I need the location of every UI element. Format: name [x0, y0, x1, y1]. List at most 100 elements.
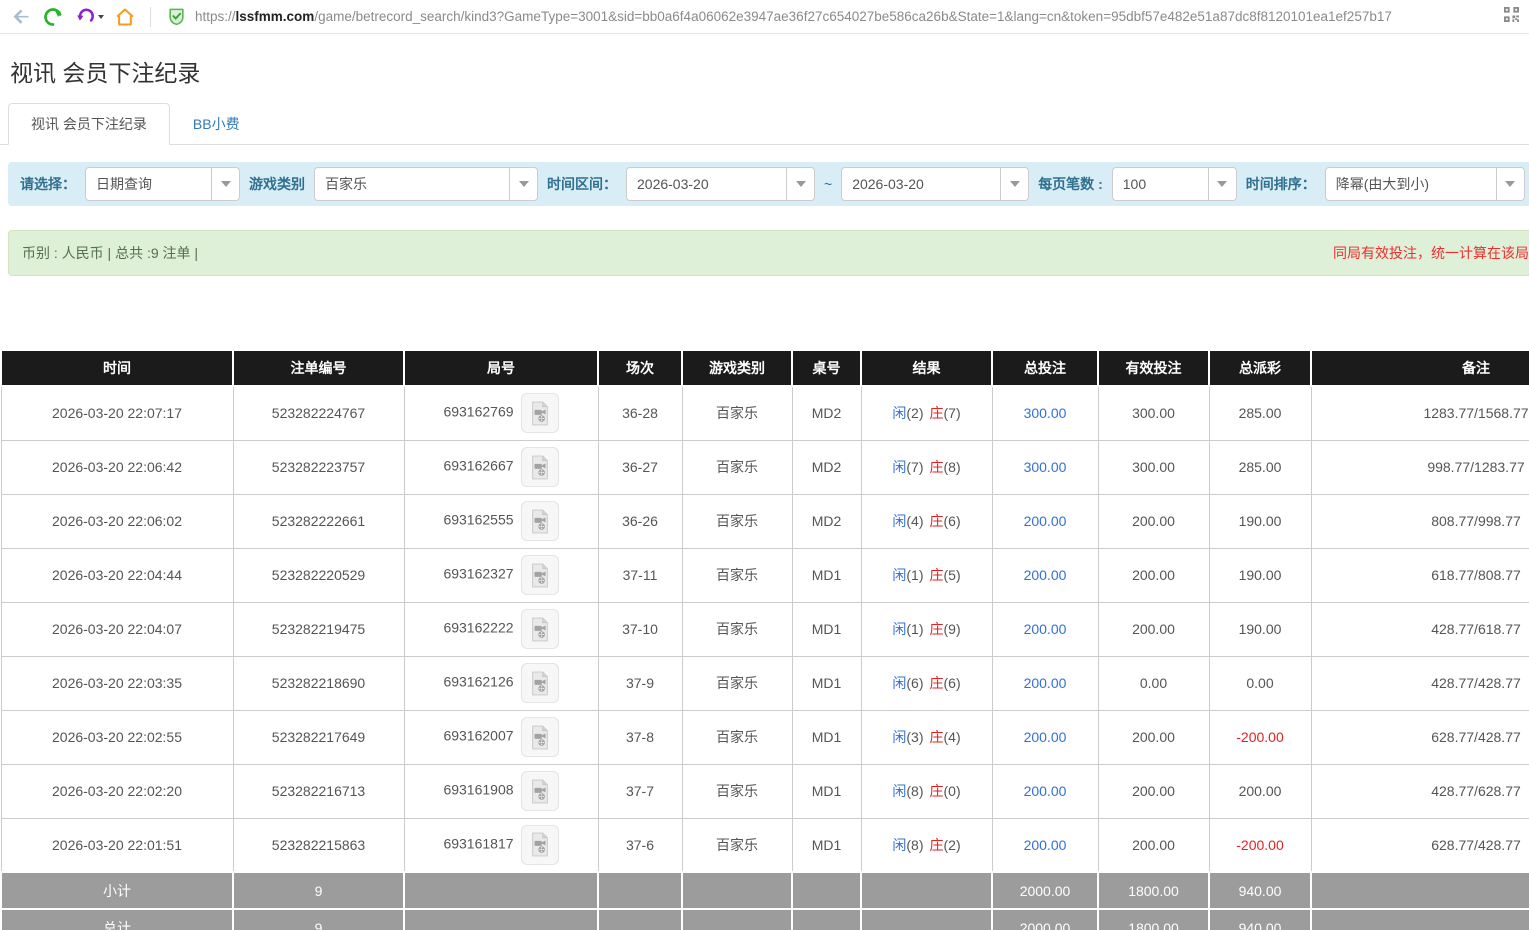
- footer-cell: 940.00: [1209, 909, 1311, 930]
- bet-id: 523282218690: [233, 656, 404, 710]
- table-row: 2026-03-20 22:07:17 523282224767 6931627…: [1, 386, 1529, 440]
- tab-bb-tips[interactable]: BB小费: [170, 103, 263, 145]
- banker-result-count: (2): [944, 837, 961, 853]
- round-number: 693162769: [443, 404, 513, 420]
- sort-order-value: 降幂(由大到小): [1336, 174, 1429, 194]
- total-bet-link[interactable]: 200.00: [1024, 837, 1067, 853]
- column-header: 场次: [598, 350, 682, 386]
- bet-id: 523282216713: [233, 764, 404, 818]
- footer-cell: 小计: [1, 872, 233, 909]
- footer-cell: [792, 872, 861, 909]
- session-number: 36-26: [598, 494, 682, 548]
- video-replay-button[interactable]: [521, 771, 559, 811]
- subtotal-row: 小计92000.001800.00940.00: [1, 872, 1529, 909]
- round-number: 693162667: [443, 458, 513, 474]
- table-number: MD1: [792, 602, 861, 656]
- total-bet-link[interactable]: 300.00: [1024, 405, 1067, 421]
- result-cell: 闲(2)庄(7): [861, 386, 992, 440]
- video-replay-button[interactable]: [521, 609, 559, 649]
- banker-result-count: (6): [944, 513, 961, 529]
- table-row: 2026-03-20 22:06:42 523282223757 6931626…: [1, 440, 1529, 494]
- video-replay-button[interactable]: [521, 663, 559, 703]
- refresh-icon[interactable]: [42, 6, 64, 28]
- result-cell: 闲(1)庄(9): [861, 602, 992, 656]
- bet-id: 523282220529: [233, 548, 404, 602]
- url-scheme: https://: [195, 9, 236, 24]
- bet-table-body: 2026-03-20 22:07:17 523282224767 6931627…: [1, 386, 1529, 930]
- valid-bet: 0.00: [1098, 656, 1209, 710]
- game-type-select[interactable]: 百家乐: [314, 167, 538, 201]
- total-payout: -200.00: [1209, 710, 1311, 764]
- total-bet-cell: 200.00: [992, 818, 1098, 872]
- total-payout: 285.00: [1209, 386, 1311, 440]
- date-to-input[interactable]: 2026-03-20: [841, 167, 1029, 201]
- valid-bet: 200.00: [1098, 710, 1209, 764]
- banker-result-count: (9): [944, 621, 961, 637]
- back-icon[interactable]: [10, 6, 32, 28]
- tab-bet-records[interactable]: 视讯 会员下注纪录: [8, 103, 170, 145]
- summary-bar: 币别 : 人民币 | 总共 :9 注单 | 同局有效投注，统一计算在该局: [8, 230, 1529, 276]
- address-bar[interactable]: https://lssfmm.com/game/betrecord_search…: [165, 6, 1490, 28]
- home-icon[interactable]: [114, 6, 136, 28]
- date-mode-select[interactable]: 日期查询: [85, 167, 240, 201]
- total-bet-link[interactable]: 200.00: [1024, 675, 1067, 691]
- page-size-select[interactable]: 100: [1112, 167, 1237, 201]
- banker-result-count: (0): [944, 783, 961, 799]
- valid-bet: 200.00: [1098, 494, 1209, 548]
- bet-time: 2026-03-20 22:04:44: [1, 548, 233, 602]
- video-replay-button[interactable]: [521, 393, 559, 433]
- round-number: 693161817: [443, 835, 513, 851]
- total-row: 总计92000.001800.00940.00: [1, 909, 1529, 930]
- bet-id: 523282223757: [233, 440, 404, 494]
- sort-order-select[interactable]: 降幂(由大到小): [1325, 167, 1525, 201]
- player-result-label: 闲: [892, 783, 906, 799]
- video-replay-button[interactable]: [521, 501, 559, 541]
- qr-code-icon[interactable]: [1504, 7, 1519, 27]
- footer-cell: 9: [233, 909, 404, 930]
- total-bet-link[interactable]: 200.00: [1024, 783, 1067, 799]
- footer-cell: [682, 909, 792, 930]
- page-size-value: 100: [1123, 176, 1146, 192]
- bet-id: 523282215863: [233, 818, 404, 872]
- remark: 808.77/998.77: [1311, 494, 1529, 548]
- round-cell: 693162222: [404, 602, 598, 656]
- chevron-down-icon: [1208, 168, 1236, 200]
- game-category: 百家乐: [682, 494, 792, 548]
- total-bet-cell: 200.00: [992, 602, 1098, 656]
- total-bet-cell: 200.00: [992, 494, 1098, 548]
- total-bet-link[interactable]: 300.00: [1024, 459, 1067, 475]
- footer-cell: [861, 909, 992, 930]
- undo-button[interactable]: [74, 6, 104, 28]
- video-replay-button[interactable]: [521, 717, 559, 757]
- chevron-down-icon: [786, 168, 814, 200]
- banker-result-count: (7): [944, 405, 961, 421]
- video-replay-button[interactable]: [521, 825, 559, 865]
- round-number: 693162007: [443, 728, 513, 744]
- player-result-label: 闲: [892, 459, 906, 475]
- table-number: MD2: [792, 386, 861, 440]
- banker-result-count: (4): [944, 729, 961, 745]
- session-number: 37-10: [598, 602, 682, 656]
- date-mode-value: 日期查询: [96, 174, 152, 194]
- time-range-label: 时间区间：: [547, 174, 617, 194]
- toolbar-divider: [150, 7, 151, 27]
- session-number: 37-11: [598, 548, 682, 602]
- game-category: 百家乐: [682, 440, 792, 494]
- total-bet-link[interactable]: 200.00: [1024, 513, 1067, 529]
- remark: 998.77/1283.77: [1311, 440, 1529, 494]
- game-type-value: 百家乐: [325, 174, 367, 194]
- session-number: 36-28: [598, 386, 682, 440]
- total-bet-link[interactable]: 200.00: [1024, 621, 1067, 637]
- valid-bet: 300.00: [1098, 440, 1209, 494]
- video-replay-button[interactable]: [521, 555, 559, 595]
- banker-result-label: 庄: [930, 729, 944, 745]
- game-category: 百家乐: [682, 386, 792, 440]
- video-replay-button[interactable]: [521, 447, 559, 487]
- player-result-count: (6): [906, 675, 923, 691]
- date-from-input[interactable]: 2026-03-20: [626, 167, 815, 201]
- total-bet-cell: 300.00: [992, 386, 1098, 440]
- total-bet-link[interactable]: 200.00: [1024, 729, 1067, 745]
- total-bet-link[interactable]: 200.00: [1024, 567, 1067, 583]
- table-row: 2026-03-20 22:06:02 523282222661 6931625…: [1, 494, 1529, 548]
- footer-cell: 940.00: [1209, 872, 1311, 909]
